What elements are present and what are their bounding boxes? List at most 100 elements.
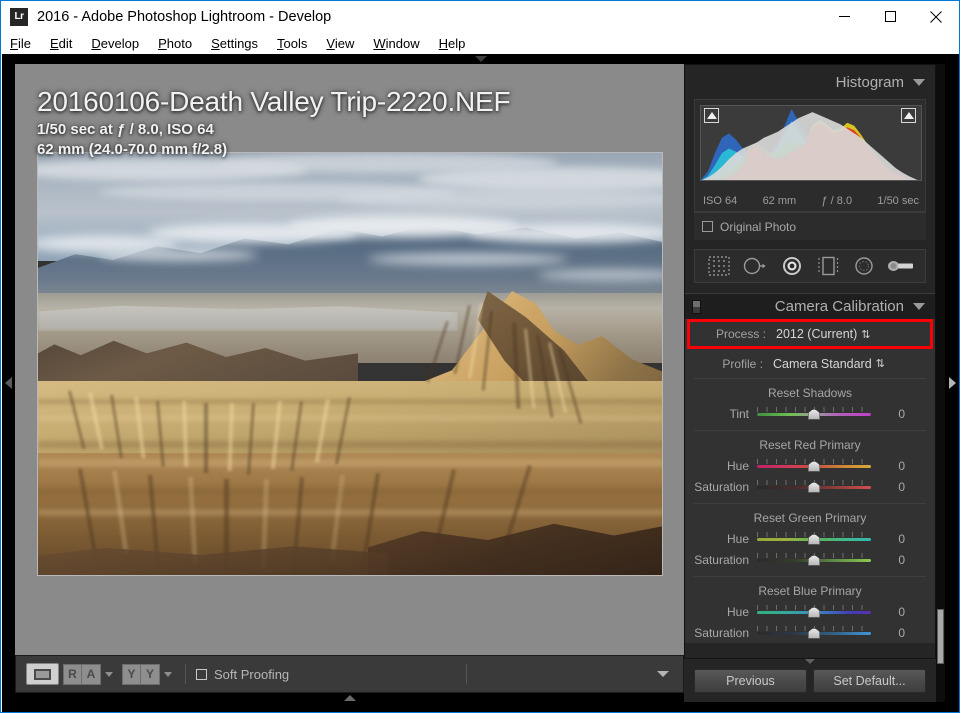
menu-photo[interactable]: Photo bbox=[158, 35, 201, 52]
window-controls bbox=[821, 1, 959, 32]
slider-control[interactable] bbox=[757, 531, 871, 546]
process-version-row[interactable]: Process : 2012 (Current) ⇅ bbox=[687, 319, 933, 349]
slider-control[interactable] bbox=[757, 625, 871, 640]
reset-group-header[interactable]: Reset Blue Primary bbox=[685, 577, 935, 601]
histogram-chart bbox=[701, 109, 919, 180]
radial-filter-icon[interactable] bbox=[849, 253, 879, 279]
slider-label: Hue bbox=[726, 458, 749, 473]
histogram-panel-header[interactable]: Histogram bbox=[685, 65, 935, 99]
slider-row[interactable]: Hue 0 bbox=[685, 528, 935, 549]
slider-label: Saturation bbox=[694, 552, 749, 567]
histogram-metadata: ISO 64 62 mm ƒ / 8.0 1/50 sec bbox=[700, 195, 922, 207]
slider-label: Hue bbox=[726, 604, 749, 619]
slider-value[interactable]: 0 bbox=[871, 553, 911, 567]
triangle-down-icon bbox=[805, 659, 815, 664]
maximize-button[interactable] bbox=[867, 1, 913, 32]
soft-proofing-checkbox[interactable] bbox=[196, 668, 207, 680]
menu-window[interactable]: Window bbox=[373, 35, 428, 52]
slider-row[interactable]: Saturation 0 bbox=[685, 622, 935, 643]
filmstrip-toggle[interactable] bbox=[15, 693, 684, 702]
flag-reject-button[interactable]: R bbox=[63, 663, 82, 685]
triangle-right-icon bbox=[5, 377, 12, 389]
slider-control[interactable] bbox=[757, 458, 871, 473]
slider-row[interactable]: Saturation 0 bbox=[685, 476, 935, 497]
original-photo-checkbox[interactable] bbox=[702, 221, 713, 232]
histogram-plot[interactable] bbox=[700, 105, 922, 181]
menu-settings[interactable]: Settings bbox=[211, 35, 267, 52]
toolbar-options-button[interactable] bbox=[657, 671, 669, 677]
slider-control[interactable] bbox=[757, 552, 871, 567]
adjustment-brush-icon[interactable] bbox=[886, 253, 916, 279]
shadow-clipping-button[interactable] bbox=[704, 108, 719, 123]
lightroom-app-icon: Lr bbox=[10, 7, 28, 26]
slider-value[interactable]: 0 bbox=[871, 459, 911, 473]
scrollbar-thumb[interactable] bbox=[937, 609, 944, 664]
right-panel-scrollbar[interactable] bbox=[936, 64, 945, 702]
right-panel-scroll-area: Histogram ISO 64 62 mm ƒ / 8.0 1/50 sec … bbox=[684, 64, 936, 702]
photo-exposure-info: 1/50 sec at ƒ / 8.0, ISO 64 bbox=[37, 121, 214, 138]
spot-removal-icon[interactable] bbox=[740, 253, 770, 279]
slider-value[interactable]: 0 bbox=[871, 407, 911, 421]
triangle-down-icon[interactable] bbox=[913, 303, 925, 310]
minimize-icon bbox=[838, 16, 850, 17]
slider-value[interactable]: 0 bbox=[871, 626, 911, 640]
process-value[interactable]: 2012 (Current) bbox=[776, 327, 857, 341]
slider-value[interactable]: 0 bbox=[871, 480, 911, 494]
slider-control[interactable] bbox=[757, 604, 871, 619]
stepper-updown-icon[interactable]: ⇅ bbox=[876, 357, 885, 370]
profile-row[interactable]: Profile : Camera Standard ⇅ bbox=[694, 349, 926, 379]
flag-accept-button[interactable]: A bbox=[82, 663, 101, 685]
slider-value[interactable]: 0 bbox=[871, 532, 911, 546]
menu-edit[interactable]: Edit bbox=[50, 35, 81, 52]
camera-calibration-body: Process : 2012 (Current) ⇅ Profile : Cam… bbox=[685, 319, 935, 643]
set-default-button[interactable]: Set Default... bbox=[813, 668, 926, 693]
menu-tools[interactable]: Tools bbox=[277, 35, 316, 52]
profile-value[interactable]: Camera Standard bbox=[773, 357, 872, 371]
center-pane: 20160106-Death Valley Trip-2220.NEF 1/50… bbox=[15, 64, 684, 702]
slider-row[interactable]: Tint 0 bbox=[685, 403, 935, 424]
slider-control[interactable] bbox=[757, 406, 871, 421]
close-button[interactable] bbox=[913, 1, 959, 32]
rating-dropdown-icon[interactable] bbox=[164, 671, 172, 677]
flag-filter-group: R A bbox=[63, 663, 120, 685]
slider-control[interactable] bbox=[757, 479, 871, 494]
reset-group-header[interactable]: Reset Green Primary bbox=[685, 504, 935, 528]
flag-dropdown-icon[interactable] bbox=[105, 671, 113, 677]
rating-button-2[interactable]: Y bbox=[141, 663, 160, 685]
menu-file[interactable]: File bbox=[10, 35, 40, 52]
triangle-up-icon bbox=[343, 694, 356, 701]
red-eye-correction-icon[interactable] bbox=[777, 253, 807, 279]
right-panel-toggle[interactable] bbox=[945, 64, 959, 702]
toolbar-divider-right bbox=[465, 664, 467, 684]
module-picker-toggle[interactable] bbox=[2, 54, 959, 64]
graduated-filter-icon[interactable] bbox=[813, 253, 843, 279]
left-panel-toggle[interactable] bbox=[2, 64, 15, 702]
rating-group: Y Y bbox=[122, 663, 179, 685]
panel-end-toggle[interactable] bbox=[684, 659, 936, 664]
slider-row[interactable]: Hue 0 bbox=[685, 455, 935, 476]
slider-row[interactable]: Hue 0 bbox=[685, 601, 935, 622]
previous-button[interactable]: Previous bbox=[694, 668, 807, 693]
menu-develop[interactable]: Develop bbox=[91, 35, 148, 52]
stepper-updown-icon[interactable]: ⇅ bbox=[861, 328, 870, 341]
menu-bar: File Edit Develop Photo Settings Tools V… bbox=[1, 32, 959, 54]
triangle-down-icon[interactable] bbox=[913, 78, 925, 86]
menu-view[interactable]: View bbox=[326, 35, 363, 52]
slider-row[interactable]: Saturation 0 bbox=[685, 549, 935, 570]
camera-calibration-panel-header[interactable]: Camera Calibration bbox=[685, 293, 935, 319]
menu-help[interactable]: Help bbox=[439, 35, 475, 52]
photo-image[interactable] bbox=[37, 152, 663, 576]
slider-value[interactable]: 0 bbox=[871, 605, 911, 619]
crop-overlay-icon[interactable] bbox=[704, 253, 734, 279]
highlight-clipping-button[interactable] bbox=[901, 108, 916, 123]
rating-button-1[interactable]: Y bbox=[122, 663, 141, 685]
minimize-button[interactable] bbox=[821, 1, 867, 32]
develop-tool-strip bbox=[694, 249, 926, 283]
slider-label: Saturation bbox=[694, 479, 749, 494]
window-title: 2016 - Adobe Photoshop Lightroom - Devel… bbox=[37, 8, 332, 25]
original-photo-row[interactable]: Original Photo bbox=[694, 212, 926, 240]
photo-viewport[interactable]: 20160106-Death Valley Trip-2220.NEF 1/50… bbox=[15, 64, 684, 655]
reset-group-header[interactable]: Reset Shadows bbox=[685, 379, 935, 403]
reset-group-header[interactable]: Reset Red Primary bbox=[685, 431, 935, 455]
loupe-view-button[interactable] bbox=[26, 663, 59, 685]
